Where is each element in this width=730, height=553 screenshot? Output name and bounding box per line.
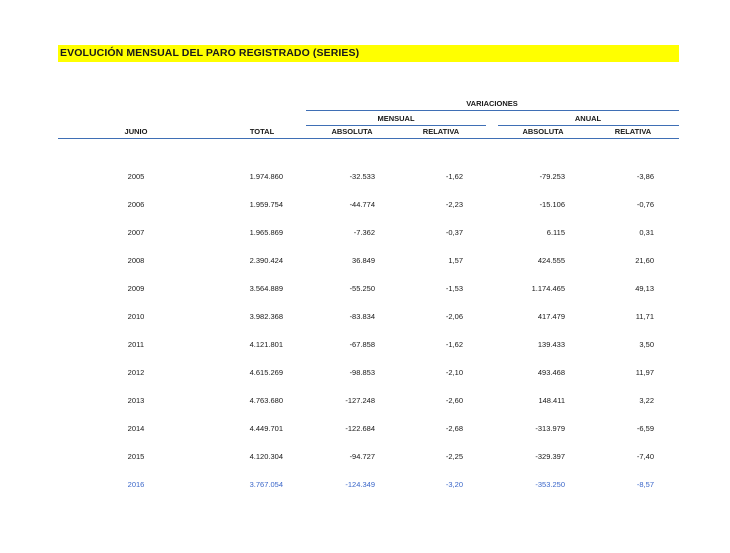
rule-anual	[498, 125, 679, 126]
table-row: 2005 1.974.860 -32.533 -1,62 -79.253 -3,…	[0, 172, 730, 184]
cell-abs-mensual: -124.349	[345, 480, 375, 489]
cell-rel-anual: 3,50	[639, 340, 654, 349]
cell-rel-mensual: -1,53	[445, 284, 463, 293]
cell-total: 4.615.269	[249, 368, 283, 377]
cell-abs-mensual: 36.849	[352, 256, 375, 265]
table-row: 2013 4.763.680 -127.248 -2,60 148.411 3,…	[0, 396, 730, 408]
table-row: 2010 3.982.368 -83.834 -2,06 417.479 11,…	[0, 312, 730, 324]
cell-abs-mensual: -7.362	[353, 228, 375, 237]
cell-rel-anual: -6,59	[636, 424, 654, 433]
header-month: JUNIO	[124, 127, 148, 136]
cell-rel-mensual: -2,25	[445, 452, 463, 461]
rule-mensual	[306, 125, 486, 126]
cell-rel-mensual: -1,62	[445, 172, 463, 181]
cell-year: 2007	[127, 228, 145, 237]
table-row-latest: 2016 3.767.054 -124.349 -3,20 -353.250 -…	[0, 480, 730, 492]
header-anual: ANUAL	[574, 114, 602, 123]
cell-rel-anual: -7,40	[636, 452, 654, 461]
cell-rel-mensual: -1,62	[445, 340, 463, 349]
header-absoluta-anual: ABSOLUTA	[522, 127, 564, 136]
cell-abs-anual: -353.250	[535, 480, 565, 489]
cell-rel-anual: -8,57	[636, 480, 654, 489]
table-row: 2008 2.390.424 36.849 1,57 424.555 21,60	[0, 256, 730, 268]
cell-abs-anual: 6.115	[546, 228, 565, 237]
cell-total: 3.982.368	[249, 312, 283, 321]
cell-rel-mensual: 1,57	[448, 256, 463, 265]
table-row: 2011 4.121.801 -67.858 -1,62 139.433 3,5…	[0, 340, 730, 352]
cell-abs-mensual: -127.248	[345, 396, 375, 405]
header-variaciones: VARIACIONES	[466, 99, 518, 108]
cell-total: 4.449.701	[249, 424, 283, 433]
table-row: 2015 4.120.304 -94.727 -2,25 -329.397 -7…	[0, 452, 730, 464]
cell-abs-mensual: -55.250	[349, 284, 375, 293]
cell-abs-mensual: -67.858	[349, 340, 375, 349]
cell-abs-anual: 148.411	[538, 396, 565, 405]
cell-rel-anual: 49,13	[635, 284, 654, 293]
cell-total: 3.564.889	[249, 284, 283, 293]
cell-rel-anual: 0,31	[639, 228, 654, 237]
cell-total: 1.965.869	[249, 228, 283, 237]
cell-rel-anual: 11,97	[635, 368, 654, 377]
cell-abs-anual: 424.555	[537, 256, 565, 265]
rule-variaciones	[306, 110, 679, 111]
cell-year: 2006	[127, 200, 145, 209]
table-row: 2009 3.564.889 -55.250 -1,53 1.174.465 4…	[0, 284, 730, 296]
cell-year: 2005	[127, 172, 145, 181]
cell-abs-anual: 417.479	[537, 312, 565, 321]
cell-abs-mensual: -98.853	[349, 368, 375, 377]
table-row: 2007 1.965.869 -7.362 -0,37 6.115 0,31	[0, 228, 730, 240]
cell-total: 1.974.860	[249, 172, 283, 181]
cell-abs-anual: -313.979	[535, 424, 565, 433]
cell-abs-anual: -329.397	[535, 452, 565, 461]
cell-year: 2010	[127, 312, 145, 321]
cell-total: 1.959.754	[249, 200, 283, 209]
cell-rel-mensual: -2,06	[445, 312, 463, 321]
cell-abs-anual: -79.253	[539, 172, 565, 181]
header-absoluta-mensual: ABSOLUTA	[331, 127, 373, 136]
cell-rel-anual: -3,86	[636, 172, 654, 181]
cell-total: 4.121.801	[249, 340, 283, 349]
cell-year: 2014	[127, 424, 145, 433]
cell-rel-mensual: -0,37	[445, 228, 463, 237]
cell-rel-mensual: -2,60	[445, 396, 463, 405]
table-row: 2012 4.615.269 -98.853 -2,10 493.468 11,…	[0, 368, 730, 380]
cell-rel-mensual: -3,20	[445, 480, 463, 489]
cell-abs-mensual: -94.727	[349, 452, 375, 461]
rule-column-headers	[58, 138, 679, 139]
cell-year: 2011	[127, 340, 145, 349]
header-relativa-mensual: RELATIVA	[422, 127, 460, 136]
cell-abs-mensual: -83.834	[349, 312, 375, 321]
cell-year: 2008	[127, 256, 145, 265]
cell-total: 4.763.680	[249, 396, 283, 405]
cell-total: 4.120.304	[249, 452, 283, 461]
cell-rel-mensual: -2,10	[445, 368, 463, 377]
cell-abs-anual: 1.174.465	[531, 284, 565, 293]
cell-year: 2012	[127, 368, 145, 377]
cell-rel-anual: -0,76	[636, 200, 654, 209]
cell-year: 2009	[127, 284, 145, 293]
cell-rel-mensual: -2,68	[445, 424, 463, 433]
page-title: EVOLUCIÓN MENSUAL DEL PARO REGISTRADO (S…	[60, 47, 360, 59]
cell-abs-mensual: -44.774	[349, 200, 375, 209]
cell-rel-anual: 3,22	[639, 396, 654, 405]
table-row: 2006 1.959.754 -44.774 -2,23 -15.106 -0,…	[0, 200, 730, 212]
cell-abs-anual: -15.106	[539, 200, 565, 209]
cell-abs-anual: 493.468	[537, 368, 565, 377]
header-relativa-anual: RELATIVA	[614, 127, 652, 136]
cell-year: 2013	[127, 396, 145, 405]
cell-year: 2015	[127, 452, 145, 461]
cell-abs-mensual: -32.533	[349, 172, 375, 181]
cell-rel-anual: 21,60	[635, 256, 654, 265]
cell-rel-mensual: -2,23	[445, 200, 463, 209]
cell-year: 2016	[127, 480, 145, 489]
table-row: 2014 4.449.701 -122.684 -2,68 -313.979 -…	[0, 424, 730, 436]
header-total: TOTAL	[249, 127, 275, 136]
cell-rel-anual: 11,71	[635, 312, 654, 321]
cell-total: 2.390.424	[249, 256, 283, 265]
cell-abs-anual: 139.433	[537, 340, 565, 349]
header-mensual: MENSUAL	[377, 114, 415, 123]
cell-total: 3.767.054	[249, 480, 283, 489]
cell-abs-mensual: -122.684	[345, 424, 375, 433]
title-highlight-bar: EVOLUCIÓN MENSUAL DEL PARO REGISTRADO (S…	[58, 45, 679, 62]
